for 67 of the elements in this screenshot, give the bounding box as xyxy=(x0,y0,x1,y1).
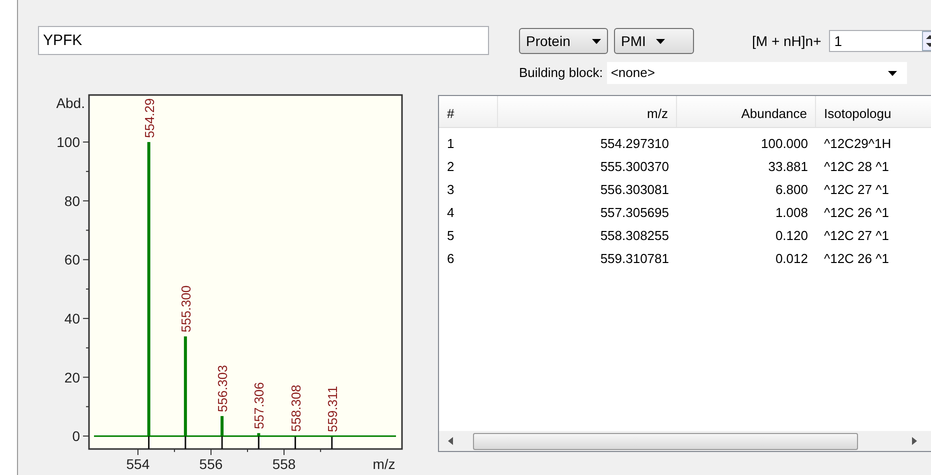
peak-bar xyxy=(220,416,224,436)
column-header[interactable]: Isotopologu xyxy=(816,96,931,127)
y-tick-label: 60 xyxy=(64,252,80,268)
peak-label: 557.306 xyxy=(252,382,267,430)
scroll-left-icon xyxy=(447,437,455,445)
y-axis-label: Abd. xyxy=(56,95,85,111)
horizontal-scrollbar[interactable] xyxy=(439,431,931,451)
table-cell-text: 100.000 xyxy=(760,134,809,153)
table-cell-text: 556.303081 xyxy=(599,180,670,199)
table-cell-text: ^12C 28 ^1 xyxy=(823,158,890,176)
peak-bar xyxy=(257,433,260,436)
peak-label: 554.29 xyxy=(142,98,157,138)
scrollbar-thumb[interactable] xyxy=(473,432,858,450)
y-tick-label: 0 xyxy=(72,428,80,444)
scroll-right-icon xyxy=(910,437,918,445)
table-cell-text: 6.800 xyxy=(774,180,809,199)
caret-icon xyxy=(592,38,601,44)
peak-label: 559.311 xyxy=(324,386,340,432)
x-tick-label: 558 xyxy=(272,456,296,472)
charge-label: [M + nH]n+ xyxy=(752,32,822,51)
column-header[interactable]: Abundance xyxy=(677,96,816,127)
caret-icon xyxy=(656,38,665,44)
table-cell-text: 1 xyxy=(446,134,456,153)
building-block-dropdown[interactable]: <none> xyxy=(606,62,907,84)
table-cell-text: 558.308255 xyxy=(599,226,670,245)
table-cell-text: 33.881 xyxy=(767,158,809,176)
peak-tick xyxy=(331,436,333,449)
table-cell-text: 4 xyxy=(446,204,456,222)
y-tick-label: 20 xyxy=(64,369,80,386)
table-cell-text: ^12C 26 ^1 xyxy=(823,250,890,268)
y-tick-label: 100 xyxy=(56,134,80,150)
sequence-field[interactable]: YPFK xyxy=(38,26,489,55)
building-block-label: Building block: xyxy=(519,64,603,82)
peak-tick xyxy=(258,436,260,449)
table-cell-text: 559.310781 xyxy=(599,250,670,268)
x-tick-label: 556 xyxy=(199,456,223,472)
peak-tick xyxy=(148,436,150,449)
peak-tick xyxy=(221,436,223,449)
table-cell-text: ^12C 27 ^1 xyxy=(823,226,890,245)
x-axis-label: m/z xyxy=(372,456,396,472)
table-cell-text: 1.008 xyxy=(774,204,809,222)
table-cell-text: 0.120 xyxy=(774,226,809,245)
peak-tick xyxy=(184,436,186,449)
table-cell-text: 555.300370 xyxy=(599,158,670,176)
table-cell-text: ^12C29^1H xyxy=(823,134,892,153)
peak-tick xyxy=(294,436,296,449)
table-cell-text: 3 xyxy=(446,180,456,199)
table-cell-text: 557.305695 xyxy=(599,204,670,222)
peak-label: 558.308 xyxy=(288,384,304,432)
column-header[interactable]: # xyxy=(439,96,498,127)
type-dropdown[interactable]: Protein xyxy=(519,28,608,54)
table-cell-text: 2 xyxy=(446,158,456,176)
table-cell-text: 5 xyxy=(446,226,456,245)
column-header[interactable]: m/z xyxy=(498,96,677,127)
table-cell-text: 554.297310 xyxy=(599,134,670,153)
table-cell-text: 0.012 xyxy=(774,250,809,268)
x-tick-label: 554 xyxy=(126,456,150,472)
y-tick-label: 40 xyxy=(64,310,80,326)
peak-label: 556.303 xyxy=(215,365,230,412)
y-tick-label: 80 xyxy=(64,192,80,209)
charge-spinbox[interactable]: 1 xyxy=(829,30,931,52)
peak-label: 555.300 xyxy=(178,285,194,332)
caret-icon xyxy=(888,70,897,76)
table-cell-text: ^12C 27 ^1 xyxy=(823,180,890,199)
mass-dropdown[interactable]: PMI xyxy=(614,28,694,54)
table-cell-text: ^12C 26 ^1 xyxy=(823,204,890,222)
table-cell-text: 6 xyxy=(446,250,456,268)
